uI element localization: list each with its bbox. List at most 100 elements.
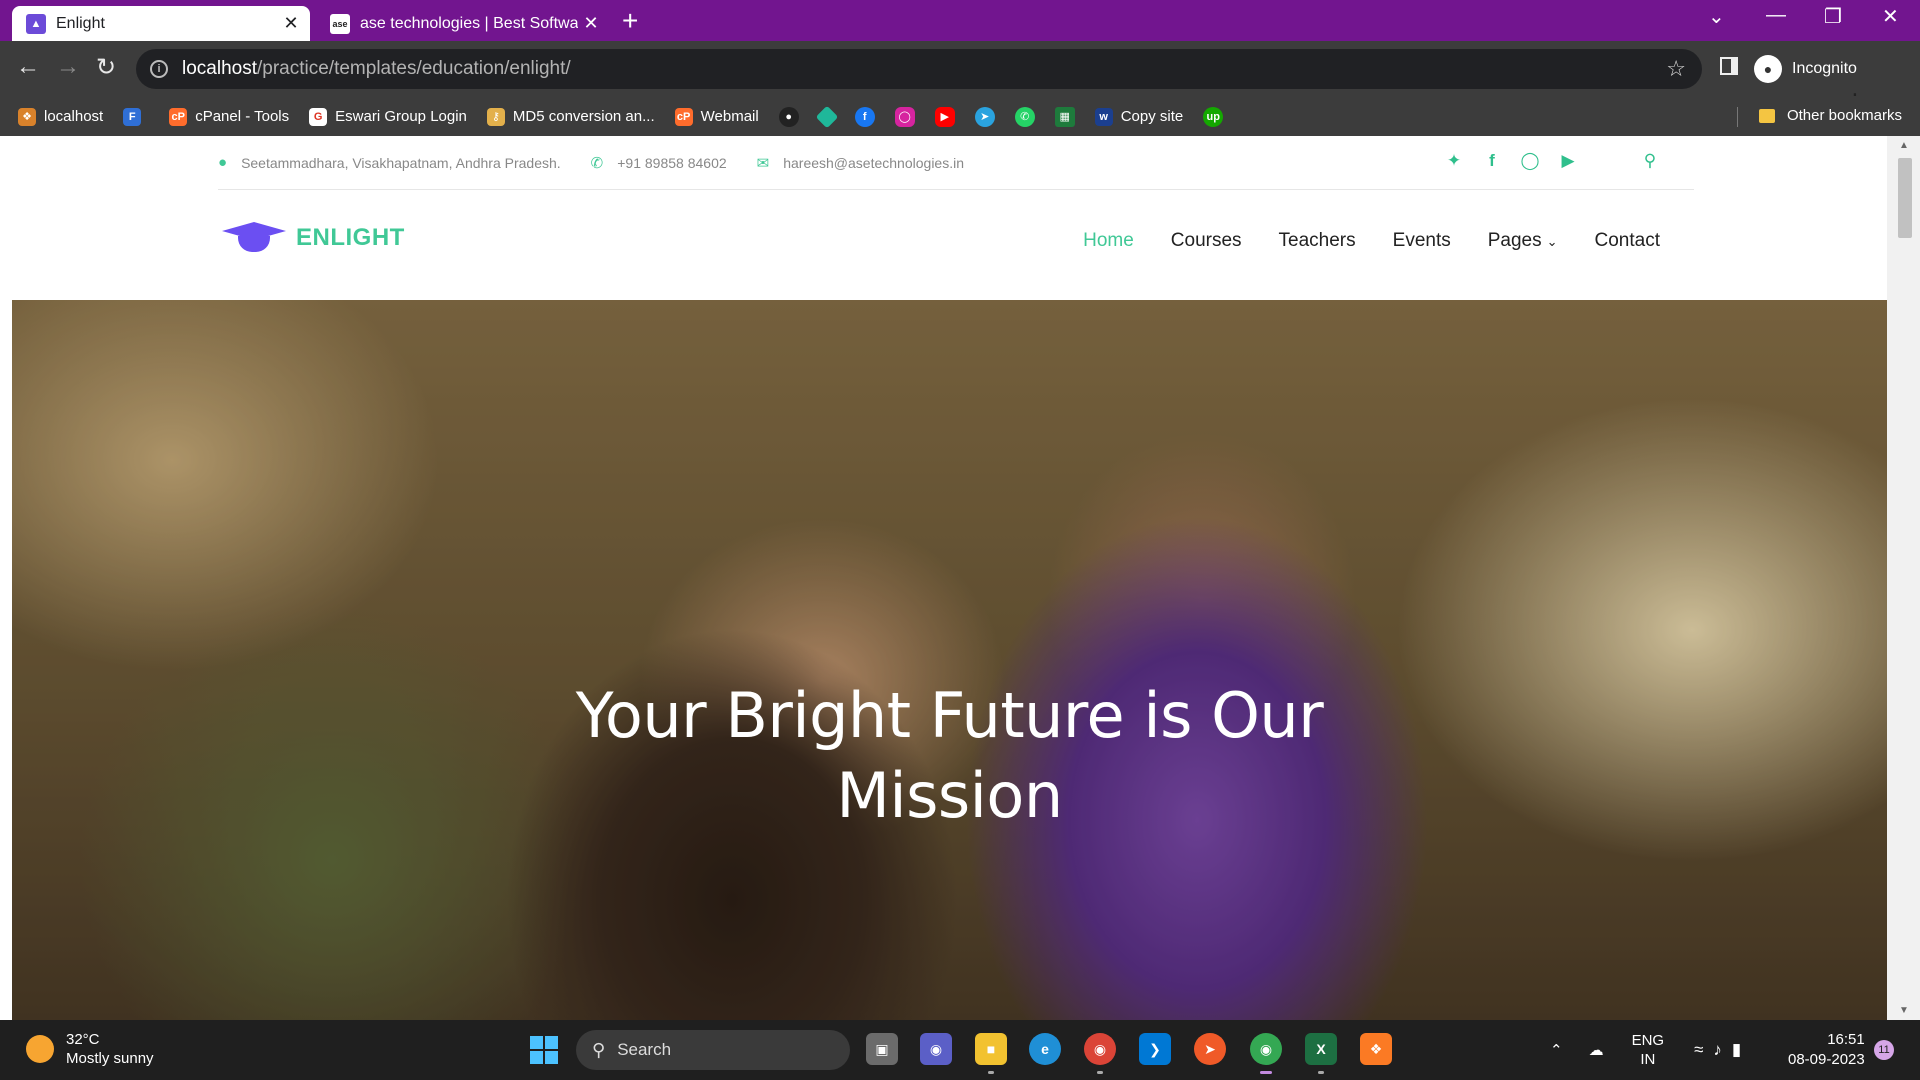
restore-button[interactable]: ❐ [1824,4,1842,29]
notification-badge[interactable]: 11 [1874,1040,1894,1060]
phone-icon: ✆ [590,154,604,172]
new-tab-button[interactable]: + [622,6,638,36]
weather-description: Mostly sunny [66,1050,154,1067]
chrome-incognito-icon[interactable]: ◉ [1250,1033,1282,1074]
system-clock[interactable]: 16:51 08-09-2023 [1788,1030,1865,1070]
temperature: 32°C [66,1031,100,1048]
map-pin-icon: ● [218,154,228,171]
site-logo[interactable]: ENLIGHT [222,218,405,258]
tab-enlight[interactable]: ▲ Enlight ✕ [12,6,310,41]
tab-title: Enlight [56,14,105,32]
postman-icon[interactable]: ➤ [1194,1033,1226,1065]
nav-pages-dropdown[interactable]: Pages ⌄ [1488,230,1558,252]
hero-banner: Your Bright Future is Our Mission [12,300,1887,1020]
bookmark-md5[interactable]: ⚷ MD5 conversion an... [486,107,655,126]
hero-title-line-1: Your Bright Future is Our [575,679,1324,752]
excel-icon[interactable]: X [1305,1033,1337,1074]
diamond-icon[interactable] [815,105,839,128]
vscode-icon[interactable]: ❯ [1139,1033,1171,1065]
lang-top: ENG [1631,1032,1665,1049]
bookmark-star-icon[interactable]: ☆ [1666,56,1686,82]
bookmark-eswari-group-login[interactable]: G Eswari Group Login [309,107,467,126]
nav-teachers[interactable]: Teachers [1279,230,1356,252]
other-bookmarks[interactable]: Other bookmarks [1736,107,1902,127]
incognito-profile[interactable]: ● Incognito ⋮ [1754,49,1904,114]
lang-bottom: IN [1640,1051,1656,1068]
minimize-button[interactable]: — [1766,4,1786,27]
task-view-icon[interactable]: ▣ [866,1033,898,1065]
bookmark-f[interactable]: F [123,107,149,126]
back-button[interactable]: ← [16,53,40,81]
close-window-button[interactable]: ✕ [1882,4,1899,29]
f-icon: F [123,107,142,126]
whatsapp-icon[interactable]: ✆ [1014,106,1035,127]
bookmarks-bar: ❖ localhost F cP cPanel - Tools G Eswari… [0,97,1920,136]
email-item[interactable]: ✉ hareesh@asetechnologies.in [757,154,964,172]
windows-start-icon[interactable] [530,1036,558,1064]
bookmark-webmail[interactable]: cP Webmail [674,107,759,126]
forward-button[interactable]: → [56,53,80,81]
clock-date: 08-09-2023 [1788,1051,1865,1068]
instagram-icon[interactable]: ◯ [1520,151,1540,171]
nav-menu: Home Courses Teachers Events Pages ⌄ Cont… [1083,230,1660,252]
close-icon[interactable]: ✕ [578,13,604,34]
close-icon[interactable]: ✕ [278,13,304,34]
weather-widget[interactable]: 32°C Mostly sunny [26,1030,154,1068]
chrome-icon[interactable]: ◉ [1084,1033,1116,1074]
file-explorer-icon[interactable]: ■ [975,1033,1007,1074]
onedrive-cloud-icon[interactable]: ☁ [1589,1041,1604,1059]
tab-ase-technologies[interactable]: ase ase technologies | Best Software ✕ [316,6,610,41]
youtube-icon[interactable]: ▶ [1558,151,1578,171]
language-indicator[interactable]: ENG IN [1632,1031,1665,1069]
edge-icon[interactable]: e [1029,1033,1061,1065]
nav-home[interactable]: Home [1083,230,1134,252]
key-icon: ⚷ [486,107,505,126]
browser-tab-bar: ▲ Enlight ✕ ase ase technologies | Best … [0,0,1920,41]
teams-chat-icon[interactable]: ◉ [920,1033,952,1065]
reload-button[interactable]: ↻ [96,53,116,82]
xampp-icon[interactable]: ❖ [1360,1033,1392,1065]
github-icon[interactable]: ● [778,106,799,127]
page-scrollbar[interactable]: ▲ ▼ [1887,136,1920,1020]
scroll-down-icon[interactable]: ▼ [1899,1005,1909,1016]
upwork-icon[interactable]: up [1203,106,1224,127]
bookmark-cpanel-tools[interactable]: cP cPanel - Tools [169,107,290,126]
bookmark-localhost[interactable]: ❖ localhost [18,107,104,126]
site-info-icon[interactable]: i [150,60,168,78]
scrollbar-thumb[interactable] [1898,158,1912,238]
sheet-icon[interactable]: ▦ [1054,106,1075,127]
address-bar[interactable]: i localhost /practice/templates/educatio… [136,49,1702,89]
folder-icon [1758,108,1775,123]
search-icon[interactable]: ⚲ [1640,151,1660,171]
bookmark-label: cPanel - Tools [195,108,290,125]
taskbar-search[interactable]: ⚲ Search [576,1030,850,1070]
scroll-up-icon[interactable]: ▲ [1899,140,1909,151]
facebook-icon[interactable]: f [854,106,875,127]
bookmark-copy-site[interactable]: w Copy site [1094,107,1183,126]
partly-sunny-icon [26,1035,54,1063]
site-topbar: ● Seetammadhara, Visakhapatnam, Andhra P… [218,136,1694,190]
youtube-icon[interactable]: ▶ [934,106,955,127]
mail-icon: ✉ [756,154,770,172]
phone-text: +91 89858 84602 [617,154,727,171]
nav-courses[interactable]: Courses [1171,230,1242,252]
url-host: localhost [182,58,257,79]
bookmark-label: localhost [44,108,104,125]
wifi-volume-battery-icons[interactable]: ≈♪▮ [1694,1040,1751,1060]
twitter-icon[interactable]: ✦ [1444,151,1464,171]
show-hidden-icons-chevron[interactable]: ⌃ [1550,1041,1563,1059]
cpanel-icon: cP [169,107,188,126]
instagram-icon[interactable]: ◯ [894,106,915,127]
facebook-icon[interactable]: f [1482,151,1502,171]
tab-search-chevron-icon[interactable]: ⌄ [1708,4,1725,29]
bookmark-label: Webmail [700,108,759,125]
phone-item[interactable]: ✆ +91 89858 84602 [591,154,727,172]
telegram-icon[interactable]: ➤ [974,106,995,127]
nav-contact[interactable]: Contact [1595,230,1660,252]
graduation-cap-icon: ▲ [26,13,46,34]
side-panel-icon[interactable] [1720,57,1738,75]
cpanel-icon: cP [674,107,693,126]
profile-label: Incognito [1792,60,1857,77]
nav-events[interactable]: Events [1393,230,1451,252]
hero-image-overlay [12,300,1887,1020]
